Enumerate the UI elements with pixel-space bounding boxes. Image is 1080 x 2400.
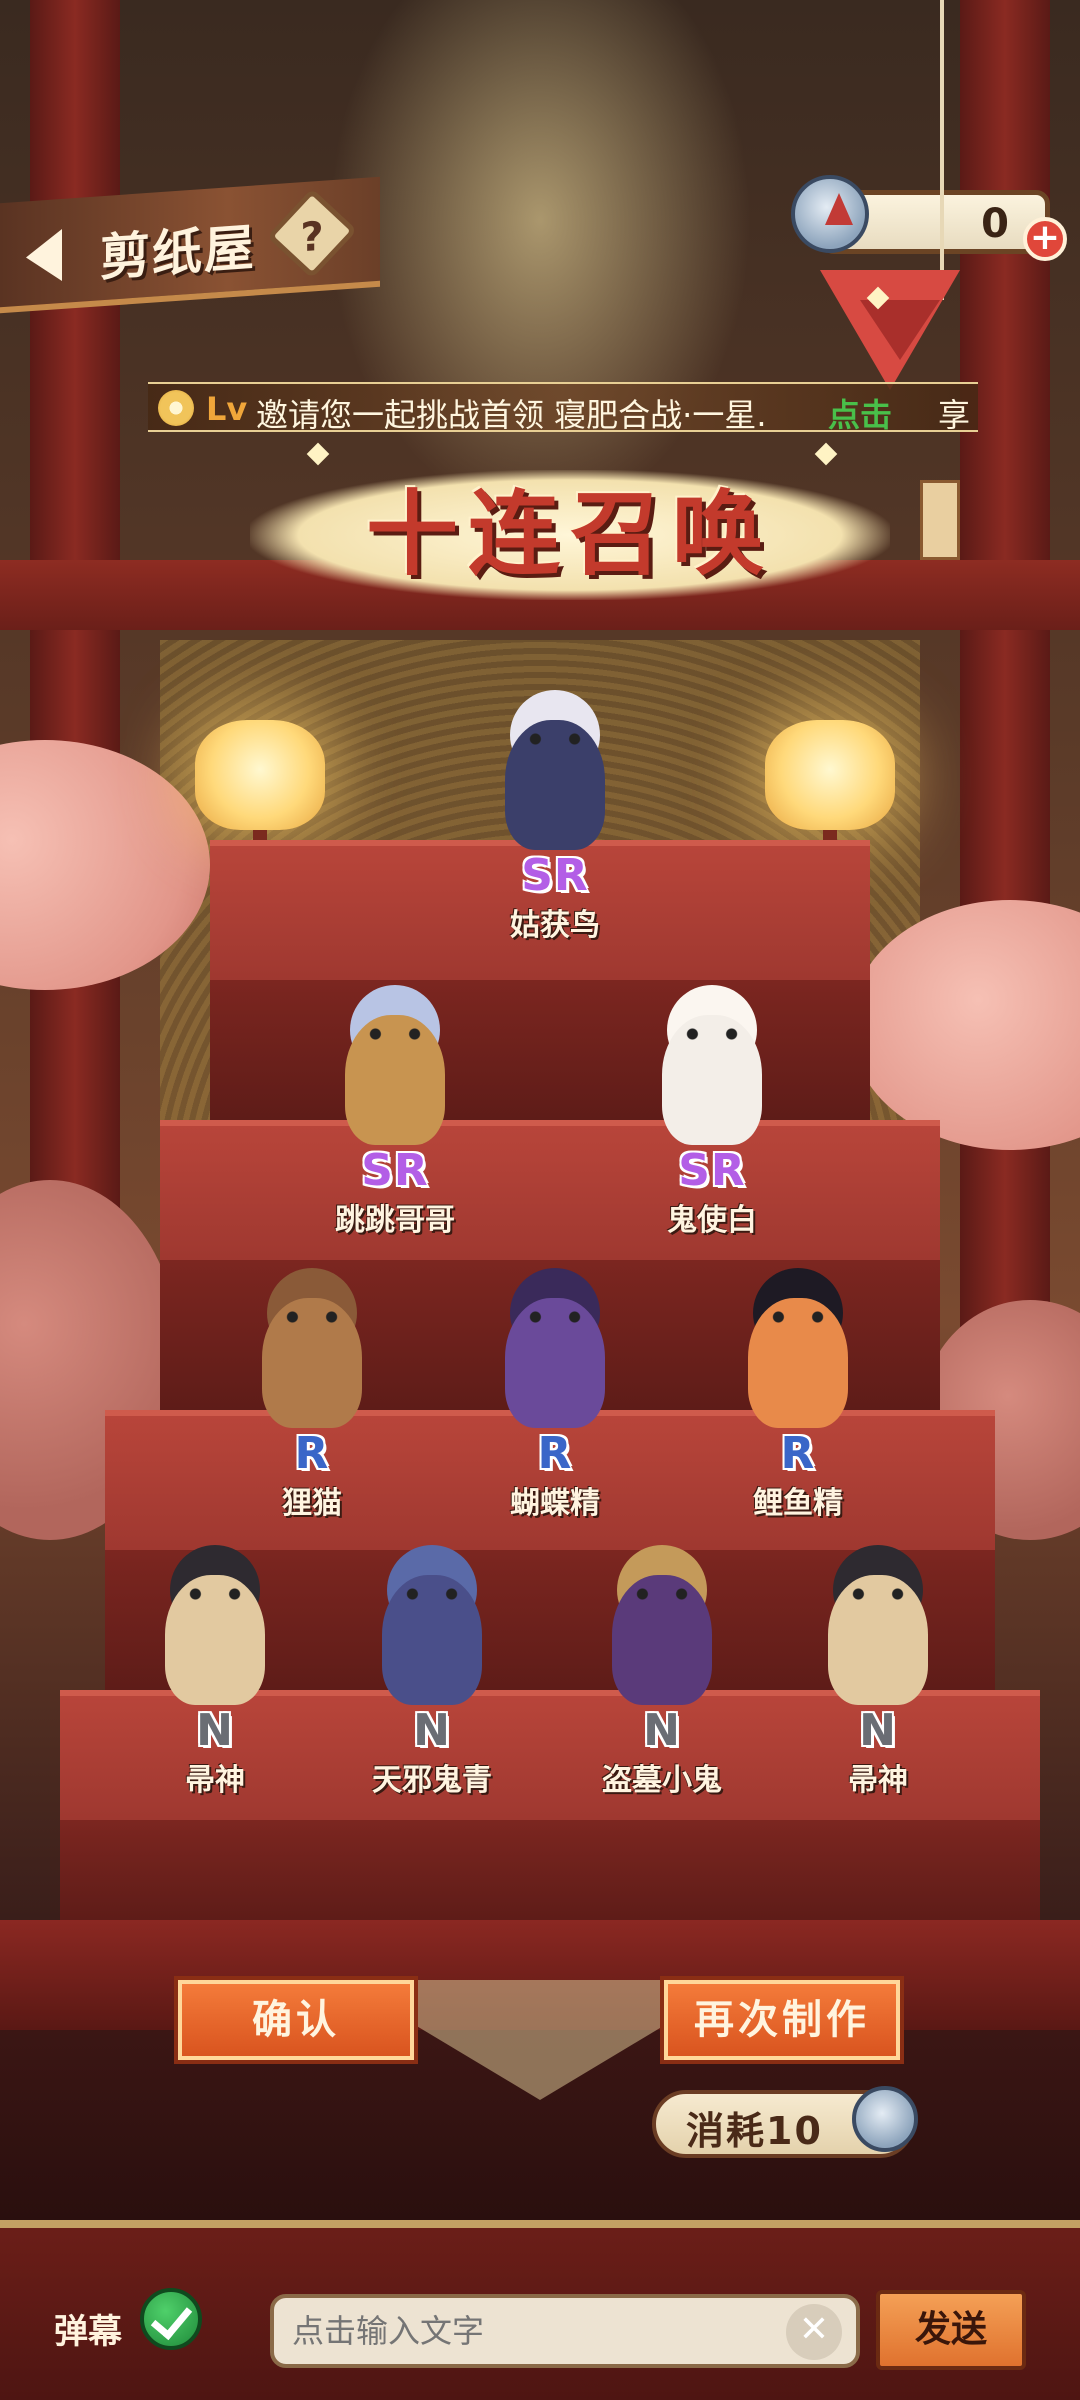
lantern-left xyxy=(195,720,325,830)
help-button[interactable]: ? xyxy=(266,188,358,279)
page-title: 剪纸屋 xyxy=(100,218,256,288)
rarity-badge: N xyxy=(196,1705,234,1756)
clear-input-icon[interactable]: ✕ xyxy=(786,2304,842,2360)
character-eyes xyxy=(367,1027,423,1041)
rarity-badge: R xyxy=(780,1428,816,1479)
character-card[interactable]: SR 鬼使白 xyxy=(612,985,812,1238)
character-card[interactable]: R 狸猫 xyxy=(212,1268,412,1521)
character-card[interactable]: N 帚神 xyxy=(115,1545,315,1798)
send-button[interactable]: 发送 xyxy=(876,2290,1026,2370)
character-eyes xyxy=(770,1310,826,1324)
barrage-toggle-check-icon[interactable] xyxy=(140,2288,202,2350)
rarity-badge: N xyxy=(859,1705,897,1756)
hanging-tag xyxy=(920,480,960,560)
confirm-button[interactable]: 确认 xyxy=(178,1980,414,2060)
question-mark-icon: ? xyxy=(300,213,324,262)
character-card[interactable]: R 鲤鱼精 xyxy=(698,1268,898,1521)
summon-title: 十连召唤 xyxy=(365,481,774,588)
title-banner: 十连召唤 xyxy=(250,470,890,600)
announcement-ticker[interactable]: Lv 邀请您一起挑战首领 寝肥合战·一星. 点击 享 xyxy=(148,382,978,432)
back-arrow-icon xyxy=(26,228,62,284)
barrage-bar: 弹幕 ✕ 发送 xyxy=(0,2220,1080,2400)
rarity-badge: N xyxy=(643,1705,681,1756)
character-name: 鬼使白 xyxy=(667,1203,757,1238)
character-card[interactable]: N 天邪鬼青 xyxy=(332,1545,532,1798)
summon-cost: 消耗10 xyxy=(652,2086,918,2158)
currency-value: 0 xyxy=(981,201,1009,247)
game-scene: 剪纸屋 ? 0 + Lv 邀请您一起挑战首领 寝肥合战·一星. 点击 享 十连召… xyxy=(0,0,1080,2400)
character-name: 狸猫 xyxy=(282,1486,342,1521)
ticker-link[interactable]: 点击 xyxy=(828,390,892,430)
rarity-badge: SR xyxy=(678,1145,746,1196)
cost-label: 消耗10 xyxy=(686,2109,823,2153)
rarity-badge: R xyxy=(294,1428,330,1479)
character-name: 帚神 xyxy=(848,1763,908,1798)
character-eyes xyxy=(284,1310,340,1324)
sparkle-icon xyxy=(814,442,838,466)
ticker-message: 邀请您一起挑战首领 寝肥合战·一星. xyxy=(256,396,767,432)
rarity-badge: R xyxy=(537,1428,573,1479)
stair-riser-4 xyxy=(60,1820,1040,1920)
sparkle-icon xyxy=(306,442,330,466)
crane-string xyxy=(940,0,944,300)
character-card[interactable]: R 蝴蝶精 xyxy=(455,1268,655,1521)
character-eyes xyxy=(527,1310,583,1324)
currency-counter: 0 + xyxy=(791,175,1067,261)
character-name: 鲤鱼精 xyxy=(753,1486,843,1521)
character-eyes xyxy=(404,1587,460,1601)
character-eyes xyxy=(684,1027,740,1041)
ticker-tail: 享 xyxy=(938,396,971,432)
character-card[interactable]: SR 姑获鸟 xyxy=(455,690,655,943)
paper-crane-fold xyxy=(860,300,940,360)
character-eyes xyxy=(634,1587,690,1601)
character-name: 姑获鸟 xyxy=(510,908,600,943)
character-name: 跳跳哥哥 xyxy=(335,1203,455,1238)
rarity-badge: N xyxy=(413,1705,451,1756)
barrage-input[interactable] xyxy=(270,2294,860,2368)
character-card[interactable]: N 盗墓小鬼 xyxy=(562,1545,762,1798)
character-card[interactable]: N 帚神 xyxy=(778,1545,978,1798)
barrage-label: 弹幕 xyxy=(54,2312,122,2352)
character-card[interactable]: SR 跳跳哥哥 xyxy=(295,985,495,1238)
rarity-badge: SR xyxy=(361,1145,429,1196)
stair-tier-2 xyxy=(160,1120,940,1260)
summon-again-button[interactable]: 再次制作 xyxy=(664,1980,900,2060)
character-name: 蝴蝶精 xyxy=(510,1486,600,1521)
ticker-level: Lv xyxy=(206,390,248,428)
rarity-badge: SR xyxy=(521,850,589,901)
flower-icon xyxy=(158,390,194,426)
character-eyes xyxy=(850,1587,906,1601)
paper-doll-token-icon xyxy=(791,175,869,253)
lantern-right xyxy=(765,720,895,830)
character-eyes xyxy=(187,1587,243,1601)
paper-doll-token-icon xyxy=(852,2086,918,2152)
character-eyes xyxy=(527,732,583,746)
add-currency-button[interactable]: + xyxy=(1023,217,1067,261)
